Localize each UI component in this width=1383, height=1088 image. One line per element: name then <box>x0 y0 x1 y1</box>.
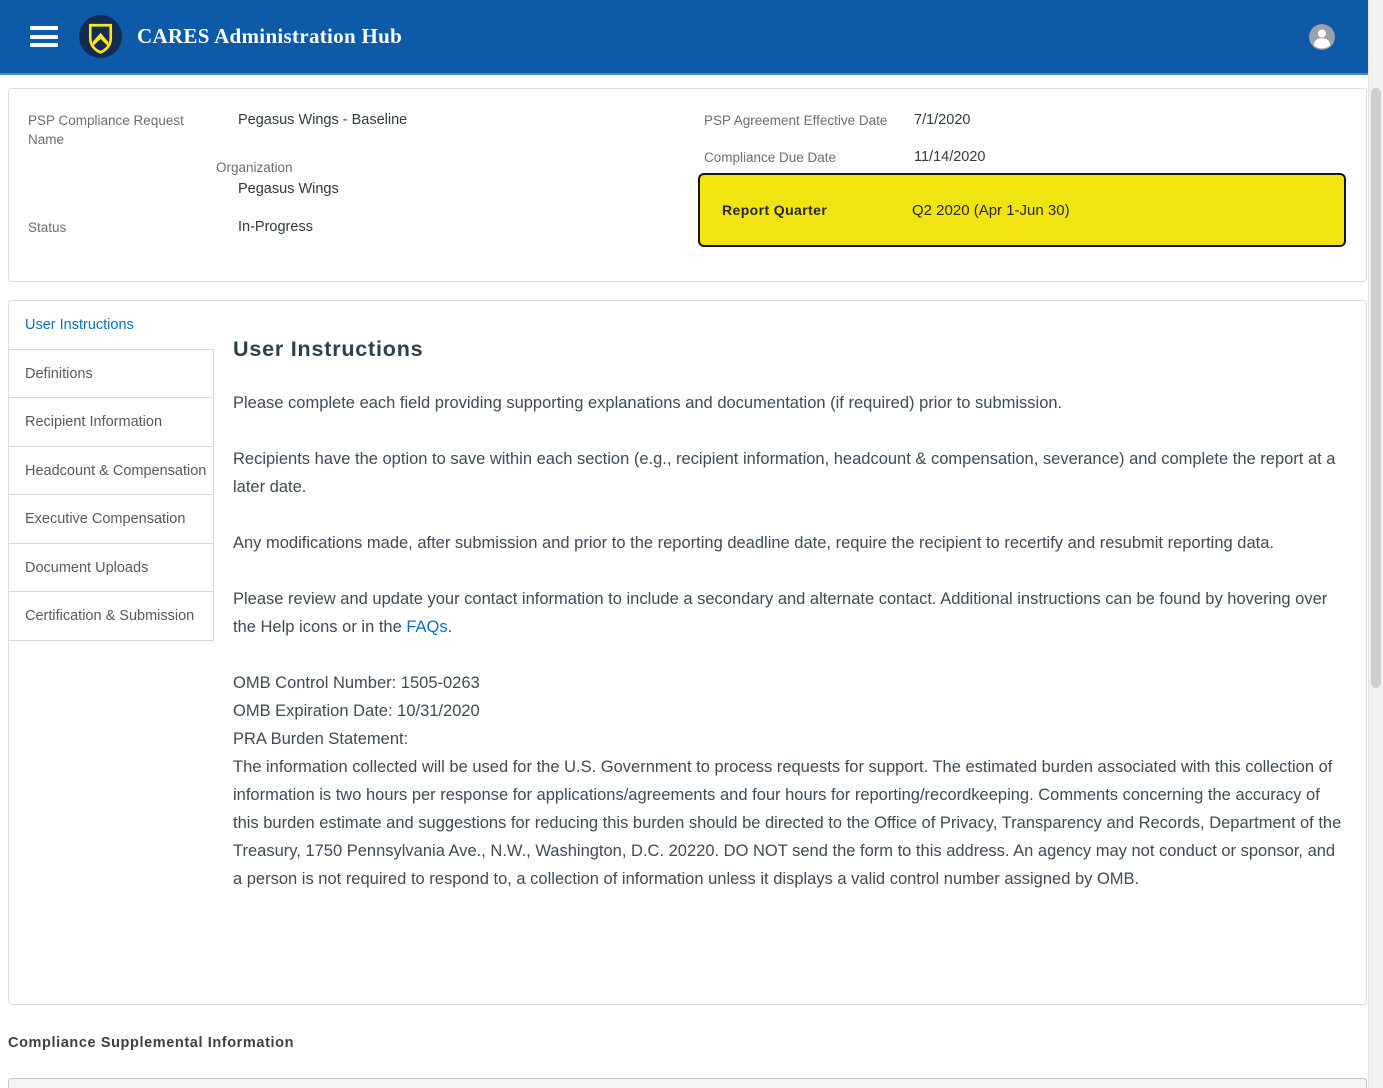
hamburger-menu-icon[interactable] <box>30 26 58 47</box>
instruction-paragraph: Recipients have the option to save withi… <box>233 445 1346 501</box>
nav-item-certification-submission[interactable]: Certification & Submission <box>9 592 214 641</box>
instruction-paragraph: Any modifications made, after submission… <box>233 529 1346 557</box>
nav-item-executive-compensation[interactable]: Executive Compensation <box>9 495 214 544</box>
user-instructions-content: User Instructions Please complete each f… <box>214 301 1366 1004</box>
instruction-paragraph: Please complete each field providing sup… <box>233 389 1346 417</box>
pra-burden-heading: PRA Burden Statement: <box>233 725 1346 753</box>
pra-burden-text: The information collected will be used f… <box>233 753 1346 893</box>
faqs-link[interactable]: FAQs <box>406 618 447 636</box>
nav-item-definitions[interactable]: Definitions <box>9 350 214 399</box>
field-effective-date: PSP Agreement Effective Date 7/1/2020 <box>704 111 1346 130</box>
nav-item-user-instructions[interactable]: User Instructions <box>9 301 214 350</box>
nav-item-headcount-compensation[interactable]: Headcount & Compensation <box>9 447 214 496</box>
omb-statement: OMB Control Number: 1505-0263 OMB Expira… <box>233 669 1346 893</box>
field-due-date: Compliance Due Date 11/14/2020 <box>704 148 1346 167</box>
nav-item-recipient-information[interactable]: Recipient Information <box>9 398 214 447</box>
report-quarter-value: Q2 2020 (Apr 1-Jun 30) <box>912 202 1070 219</box>
compliance-supplemental-label: Compliance Supplemental Information <box>8 1035 1367 1051</box>
vertical-scrollbar[interactable] <box>1368 0 1383 1088</box>
page-title: User Instructions <box>233 337 1346 362</box>
request-name-value: Pegasus Wings - Baseline <box>238 111 407 130</box>
request-name-label: PSP Compliance Request Name <box>28 111 188 149</box>
effective-date-label: PSP Agreement Effective Date <box>704 111 887 130</box>
report-quarter-highlight: Report Quarter Q2 2020 (Apr 1-Jun 30) <box>698 173 1346 247</box>
report-quarter-label: Report Quarter <box>722 202 912 218</box>
section-nav: User Instructions Definitions Recipient … <box>9 301 214 1004</box>
instruction-paragraph-contact: Please review and update your contact in… <box>233 585 1346 641</box>
report-sections-panel: User Instructions Definitions Recipient … <box>8 300 1367 1005</box>
omb-control-number: OMB Control Number: 1505-0263 <box>233 669 1346 697</box>
due-date-value: 11/14/2020 <box>914 148 986 167</box>
status-value: In-Progress <box>238 218 313 237</box>
omb-expiration-date: OMB Expiration Date: 10/31/2020 <box>233 697 1346 725</box>
compliance-supplemental-panel[interactable] <box>8 1078 1367 1088</box>
scrollbar-thumb[interactable] <box>1371 88 1381 688</box>
status-label: Status <box>28 218 66 237</box>
effective-date-value: 7/1/2020 <box>914 111 970 130</box>
field-status: Status In-Progress <box>28 218 704 237</box>
compliance-summary-panel: PSP Compliance Request Name Pegasus Wing… <box>8 88 1367 282</box>
field-organization: Organization Pegasus Wings <box>216 158 704 199</box>
app-header: CARES Administration Hub <box>0 0 1368 75</box>
organization-value: Pegasus Wings <box>238 180 704 199</box>
nav-item-document-uploads[interactable]: Document Uploads <box>9 544 214 593</box>
due-date-label: Compliance Due Date <box>704 148 836 167</box>
field-request-name: PSP Compliance Request Name Pegasus Wing… <box>28 111 704 149</box>
app-title: CARES Administration Hub <box>137 24 402 49</box>
user-avatar-icon[interactable] <box>1309 24 1335 50</box>
treasury-shield-logo-icon <box>78 14 123 59</box>
organization-label: Organization <box>216 158 704 177</box>
